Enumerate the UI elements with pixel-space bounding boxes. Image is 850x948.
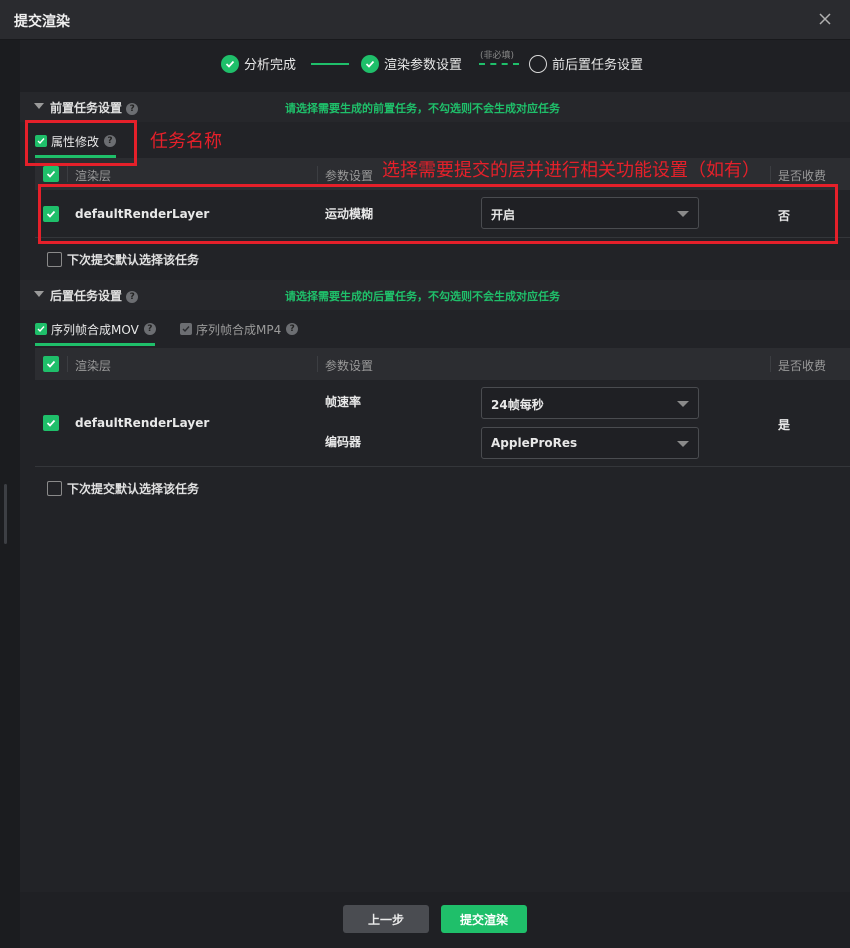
step-analysis-done: 分析完成 [221,54,296,73]
encoder-select[interactable]: AppleProRes [481,427,699,459]
left-scroll-handle[interactable] [4,484,7,544]
select-all-checkbox[interactable] [43,166,59,182]
table-row: defaultRenderLayer 帧速率 24帧每秒 编码器 ApplePr… [35,380,850,467]
default-label: 下次提交默认选择该任务 [67,482,200,496]
pre-default-select[interactable]: 下次提交默认选择该任务 [47,251,199,268]
help-icon[interactable]: ? [126,102,139,115]
submit-render-button[interactable]: 提交渲染 [441,905,527,933]
column-header-charge: 是否收费 [778,169,827,183]
task-checkbox-icon[interactable] [180,323,192,335]
pre-task-section-header[interactable]: 前置任务设置 ? 请选择需要生成的前置任务，不勾选则不会生成对应任务 [20,92,850,122]
charge-value: 是 [778,418,791,432]
title-bar: 提交渲染 [0,0,850,40]
step-label: 渲染参数设置 [384,58,463,73]
tab-label: 序列帧合成MOV [51,322,139,337]
left-strip [0,40,20,948]
column-separator [317,166,318,182]
step-render-params: 渲染参数设置 [361,54,462,73]
step-label: 前后置任务设置 [552,58,644,73]
task-checkbox-icon[interactable] [35,323,47,335]
submit-render-dialog: 提交渲染 分析完成 渲染参数设置 (非必填) 前后置任务设置 前置任务设置 ? … [0,0,850,948]
step-label: 分析完成 [244,58,297,73]
annotation-box-task-name [25,120,137,166]
check-circle-icon [361,54,379,73]
layer-name: defaultRenderLayer [75,416,210,430]
tab-label: 序列帧合成MP4 [196,322,282,337]
column-header-layer: 渲染层 [75,359,112,373]
collapse-triangle-icon[interactable] [34,291,44,297]
optional-note: (非必填) [480,51,515,61]
default-checkbox[interactable] [47,252,62,267]
annotation-task-name: 任务名称 [150,131,222,152]
step-connector-dashed [479,63,519,65]
chevron-down-icon [677,401,689,407]
row-checkbox[interactable] [43,415,59,431]
default-label: 下次提交默认选择该任务 [67,253,200,267]
param-name-frame-rate: 帧速率 [325,395,362,409]
section-label: 前置任务设置 ? [50,99,139,116]
column-header-params: 参数设置 [325,359,374,373]
post-task-section-header[interactable]: 后置任务设置 ? 请选择需要生成的后置任务，不勾选则不会生成对应任务 [20,280,850,310]
annotation-layer-select: 选择需要提交的层并进行相关功能设置（如有） [382,160,760,181]
section-hint: 请选择需要生成的前置任务，不勾选则不会生成对应任务 [285,102,560,115]
dialog-title: 提交渲染 [14,14,70,30]
column-separator [67,356,68,372]
chevron-down-icon [677,441,689,447]
column-separator [67,166,68,182]
tab-sequence-mov[interactable]: 序列帧合成MOV ? [35,315,156,343]
column-header-params: 参数设置 [325,169,374,183]
column-separator [770,356,771,372]
select-all-checkbox[interactable] [43,356,59,372]
post-table-header: 渲染层 参数设置 是否收费 [35,348,850,380]
select-value: AppleProRes [491,436,578,450]
column-separator [770,166,771,182]
previous-step-button[interactable]: 上一步 [343,905,429,933]
help-icon[interactable]: ? [143,323,156,335]
section-hint: 请选择需要生成的后置任务，不勾选则不会生成对应任务 [285,290,560,303]
active-tab-underline [35,343,155,346]
select-value: 24帧每秒 [491,398,544,412]
empty-circle-icon [529,54,547,73]
collapse-triangle-icon[interactable] [34,103,44,109]
default-checkbox[interactable] [47,481,62,496]
help-icon[interactable]: ? [126,290,139,303]
help-icon[interactable]: ? [286,323,299,335]
step-connector [311,63,349,65]
step-pre-post-tasks: 前后置任务设置 [529,54,643,73]
column-header-layer: 渲染层 [75,169,112,183]
column-separator [317,356,318,372]
close-icon[interactable] [816,10,834,28]
post-default-select[interactable]: 下次提交默认选择该任务 [47,480,199,497]
step-indicator: 分析完成 渲染参数设置 (非必填) 前后置任务设置 [0,40,850,92]
check-circle-icon [221,54,239,73]
column-header-charge: 是否收费 [778,359,827,373]
param-name-encoder: 编码器 [325,435,362,449]
section-label: 后置任务设置 ? [50,287,139,304]
annotation-box-layer-select [38,184,838,244]
tab-sequence-mp4[interactable]: 序列帧合成MP4 ? [180,315,299,343]
frame-rate-select[interactable]: 24帧每秒 [481,387,699,419]
